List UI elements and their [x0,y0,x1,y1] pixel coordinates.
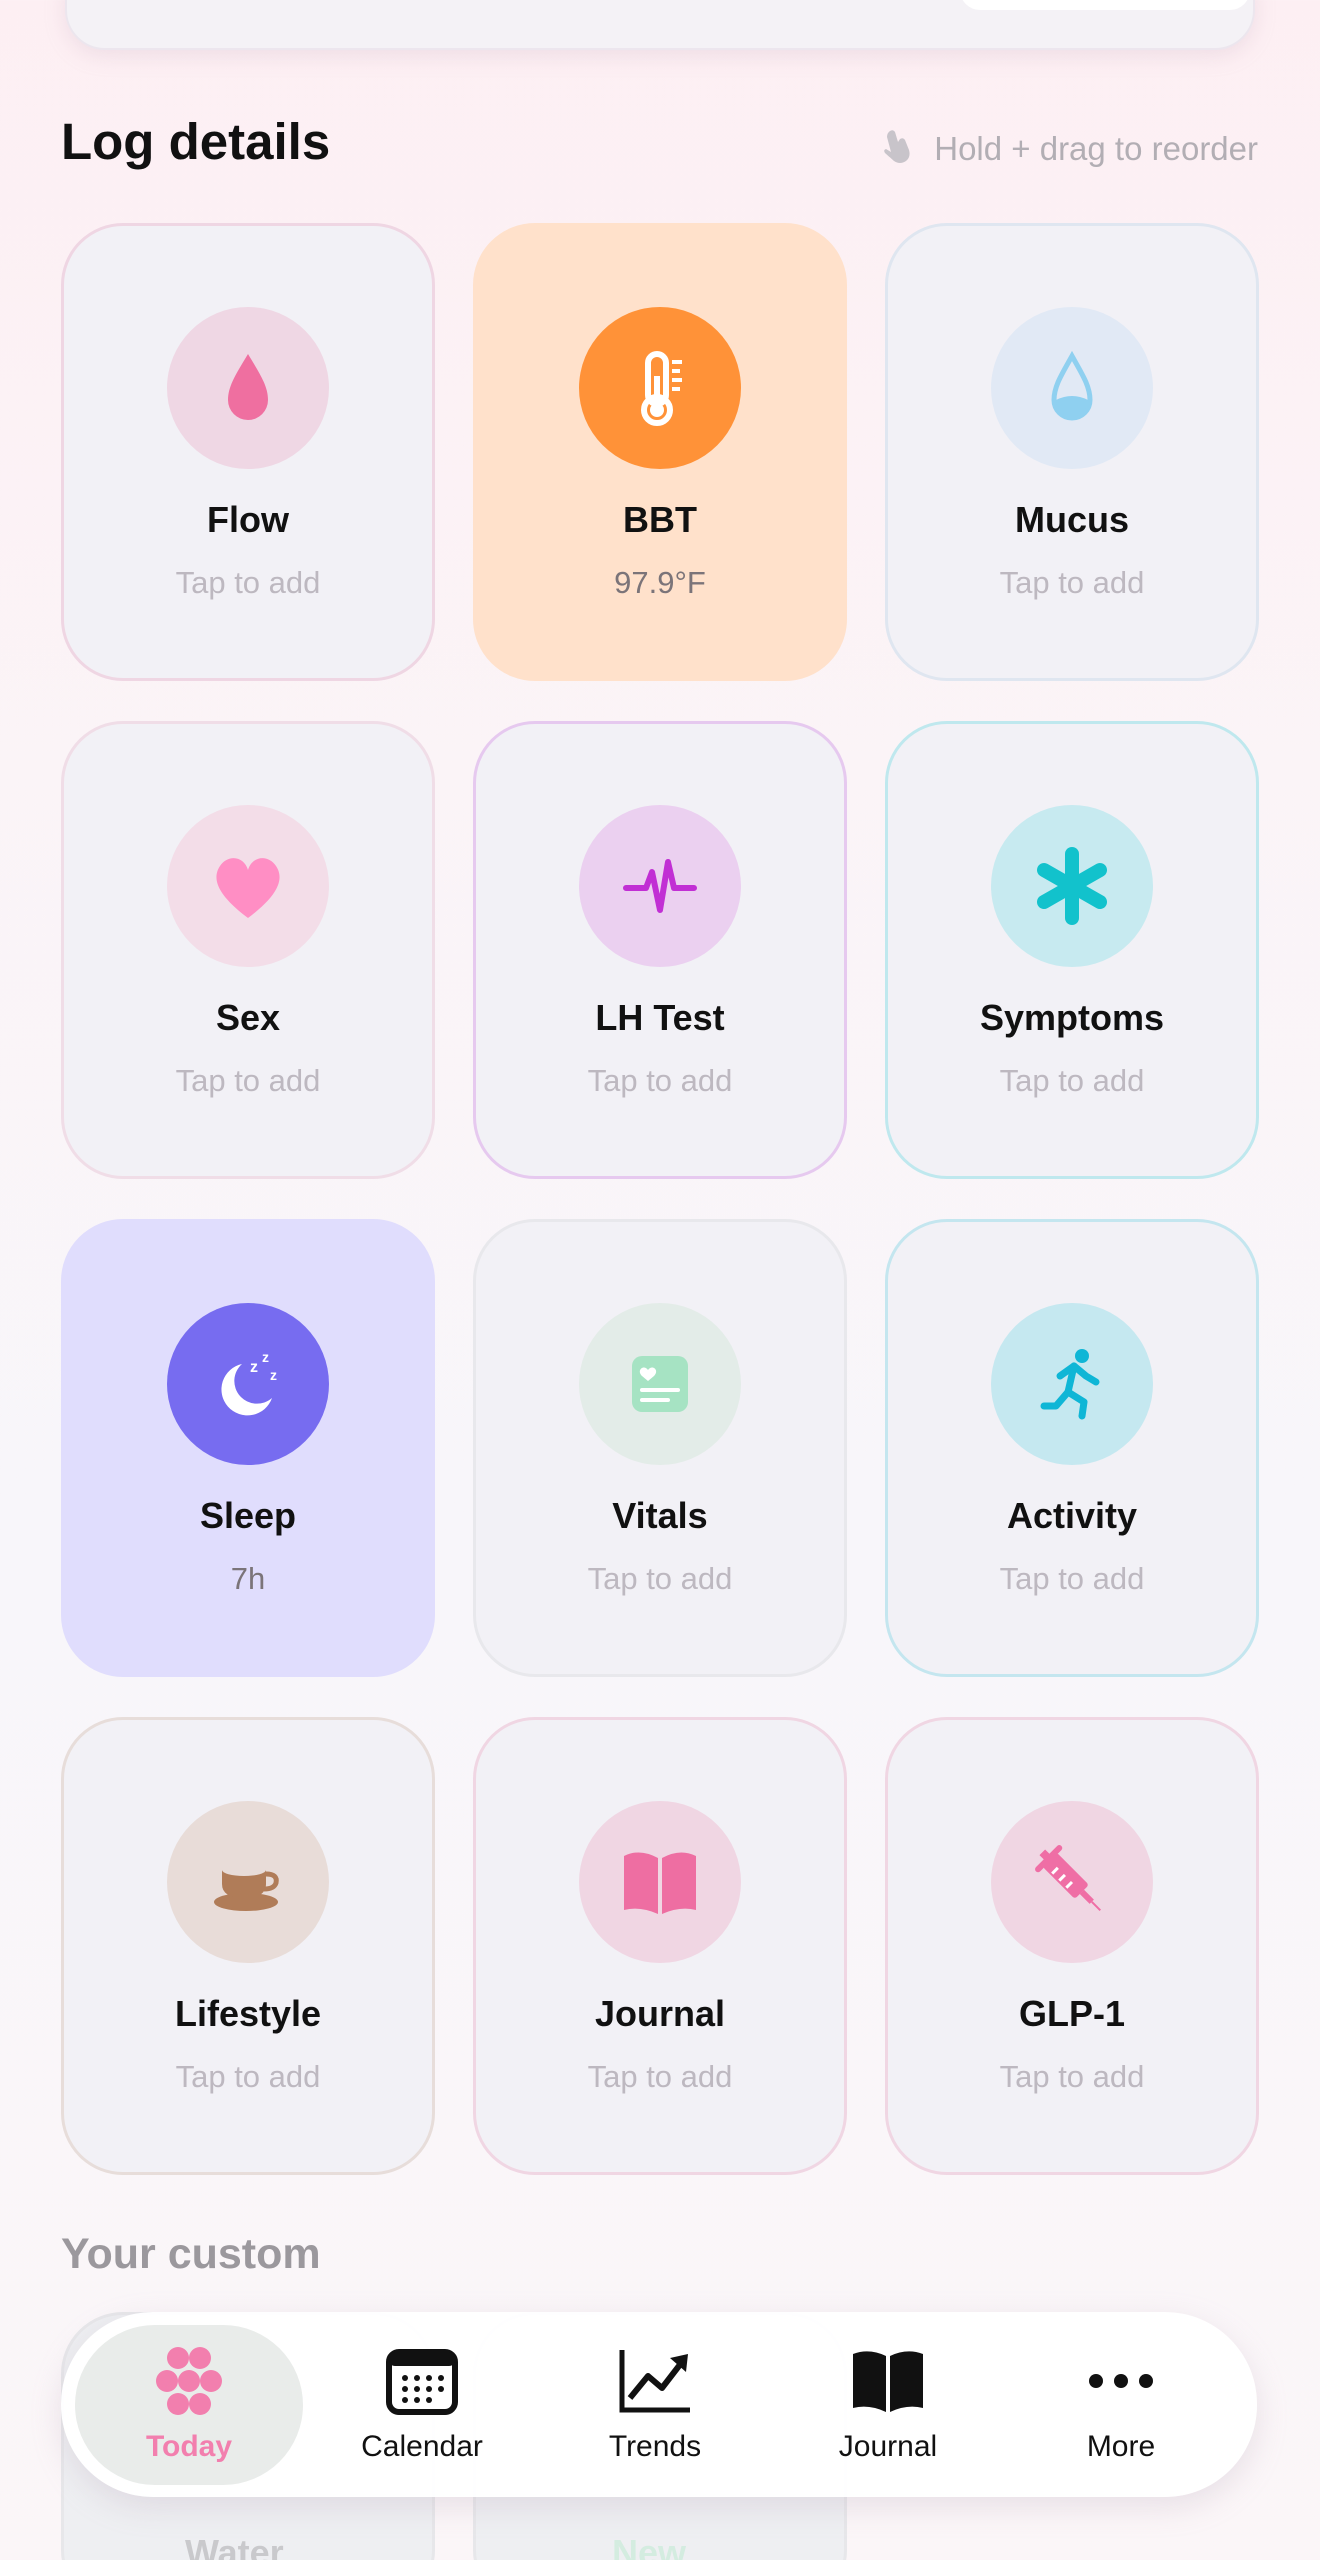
log-tile-lh-test[interactable]: LH Test Tap to add [473,721,847,1179]
svg-text:z: z [250,1359,258,1376]
tab-today-label: Today [145,2429,233,2463]
journal-value: Tap to add [587,2059,733,2094]
tab-calendar-label: Calendar [361,2429,483,2463]
tab-more-label: More [1086,2429,1156,2463]
tab-trends-label: Trends [608,2429,702,2463]
tab-bar: Today Calendar Trends Journal More [61,2312,1257,2497]
asterisk-icon [1037,847,1107,925]
log-tile-sex[interactable]: Sex Tap to add [61,721,435,1179]
vitals-value: Tap to add [587,1561,733,1596]
reorder-hint: Hold + drag to reorder [876,125,1258,173]
glp-1-value: Tap to add [999,2059,1145,2094]
chart-trend-icon [619,2349,690,2412]
moon-icon: zzz [221,1349,277,1416]
tab-journal-label: Journal [838,2429,938,2463]
log-tile-sleep[interactable]: z z z Sleep 7h [61,1219,435,1677]
log-tile-glp-1[interactable]: GLP-1 Tap to add [885,1717,1259,2175]
svg-text:z: z [270,1367,277,1383]
activity-label: Activity [1006,1495,1138,1536]
log-tile-lifestyle[interactable]: Lifestyle Tap to add [61,1717,435,2175]
log-details-grid: Flow Tap to add BBT 97.9°F Mucus Tap to add Se… [61,223,1259,2175]
drop-icon [228,354,268,420]
lh-test-value: Tap to add [587,1063,733,1098]
tab-trends[interactable]: Trends [541,2325,769,2485]
bbt-label: BBT [623,499,697,540]
hand-drag-icon [876,125,916,173]
vitals-card-icon [632,1356,688,1412]
log-tile-journal[interactable]: Journal Tap to add [473,1717,847,2175]
log-tile-activity[interactable]: Activity Tap to add [885,1219,1259,1677]
lifestyle-label: Lifestyle [174,1993,322,2034]
custom-tile-water-label: Water [185,2532,284,2560]
page-title: Log details [61,113,331,170]
sleep-label: Sleep [199,1495,297,1536]
reorder-hint-text: Hold + drag to reorder [934,130,1258,167]
log-tile-symptoms[interactable]: Symptoms Tap to add [885,721,1259,1179]
pulse-icon [623,859,697,913]
glp-1-label: GLP-1 [1018,1993,1125,2034]
calendar-icon [386,2348,458,2415]
activity-icon-circle [991,1303,1153,1465]
vitals-label: Vitals [612,1495,708,1536]
flow-icon-circle [167,307,329,469]
tab-journal[interactable]: Journal [774,2325,1002,2485]
bbt-value: 97.9°F [614,565,706,600]
activity-value: Tap to add [999,1561,1145,1596]
heart-icon [216,858,280,918]
lh-test-icon-circle [579,805,741,967]
custom-section-title: Your custom [61,2230,321,2278]
lh-test-label: LH Test [595,997,725,1038]
tab-calendar[interactable]: Calendar [308,2325,536,2485]
log-tile-flow[interactable]: Flow Tap to add [61,223,435,681]
symptoms-value: Tap to add [999,1063,1145,1098]
water-drop-icon [1051,350,1093,421]
flow-value: Tap to add [175,565,321,600]
sleep-value: 7h [230,1561,266,1596]
log-tile-vitals[interactable]: Vitals Tap to add [473,1219,847,1677]
lifestyle-value: Tap to add [175,2059,321,2094]
mucus-label: Mucus [1014,499,1129,540]
log-tile-mucus[interactable]: Mucus Tap to add [885,223,1259,681]
sex-value: Tap to add [175,1063,321,1098]
ellipsis-icon [1089,2373,1153,2388]
journal-icon-circle [579,1801,741,1963]
symptoms-icon-circle [991,805,1153,967]
glp-1-icon-circle [991,1801,1153,1963]
tab-more[interactable]: More [1007,2325,1235,2485]
mucus-icon-circle [991,307,1153,469]
flow-label: Flow [207,499,289,540]
coffee-cup-icon [214,1864,279,1911]
flower-dots-icon [156,2346,222,2415]
sleep-icon-circle: zzz [167,1303,329,1465]
sex-label: Sex [215,997,281,1038]
sex-icon-circle [167,805,329,967]
custom-tile-new-label: New [612,2532,687,2560]
previous-card-pill [960,0,1250,10]
symptoms-label: Symptoms [979,997,1165,1038]
book-icon [624,1852,696,1914]
vitals-icon-circle [579,1303,741,1465]
mucus-value: Tap to add [999,565,1145,600]
running-icon [1040,1349,1100,1420]
lifestyle-icon-circle [167,1801,329,1963]
tab-today[interactable]: Today [75,2324,303,2485]
journal-label: Journal [594,1993,726,2034]
svg-text:z: z [262,1349,269,1365]
thermometer-icon [641,351,682,426]
book-icon [853,2350,923,2412]
log-tile-bbt[interactable]: BBT 97.9°F [473,223,847,681]
syringe-icon [1035,1845,1101,1911]
bbt-icon-circle [579,307,741,469]
